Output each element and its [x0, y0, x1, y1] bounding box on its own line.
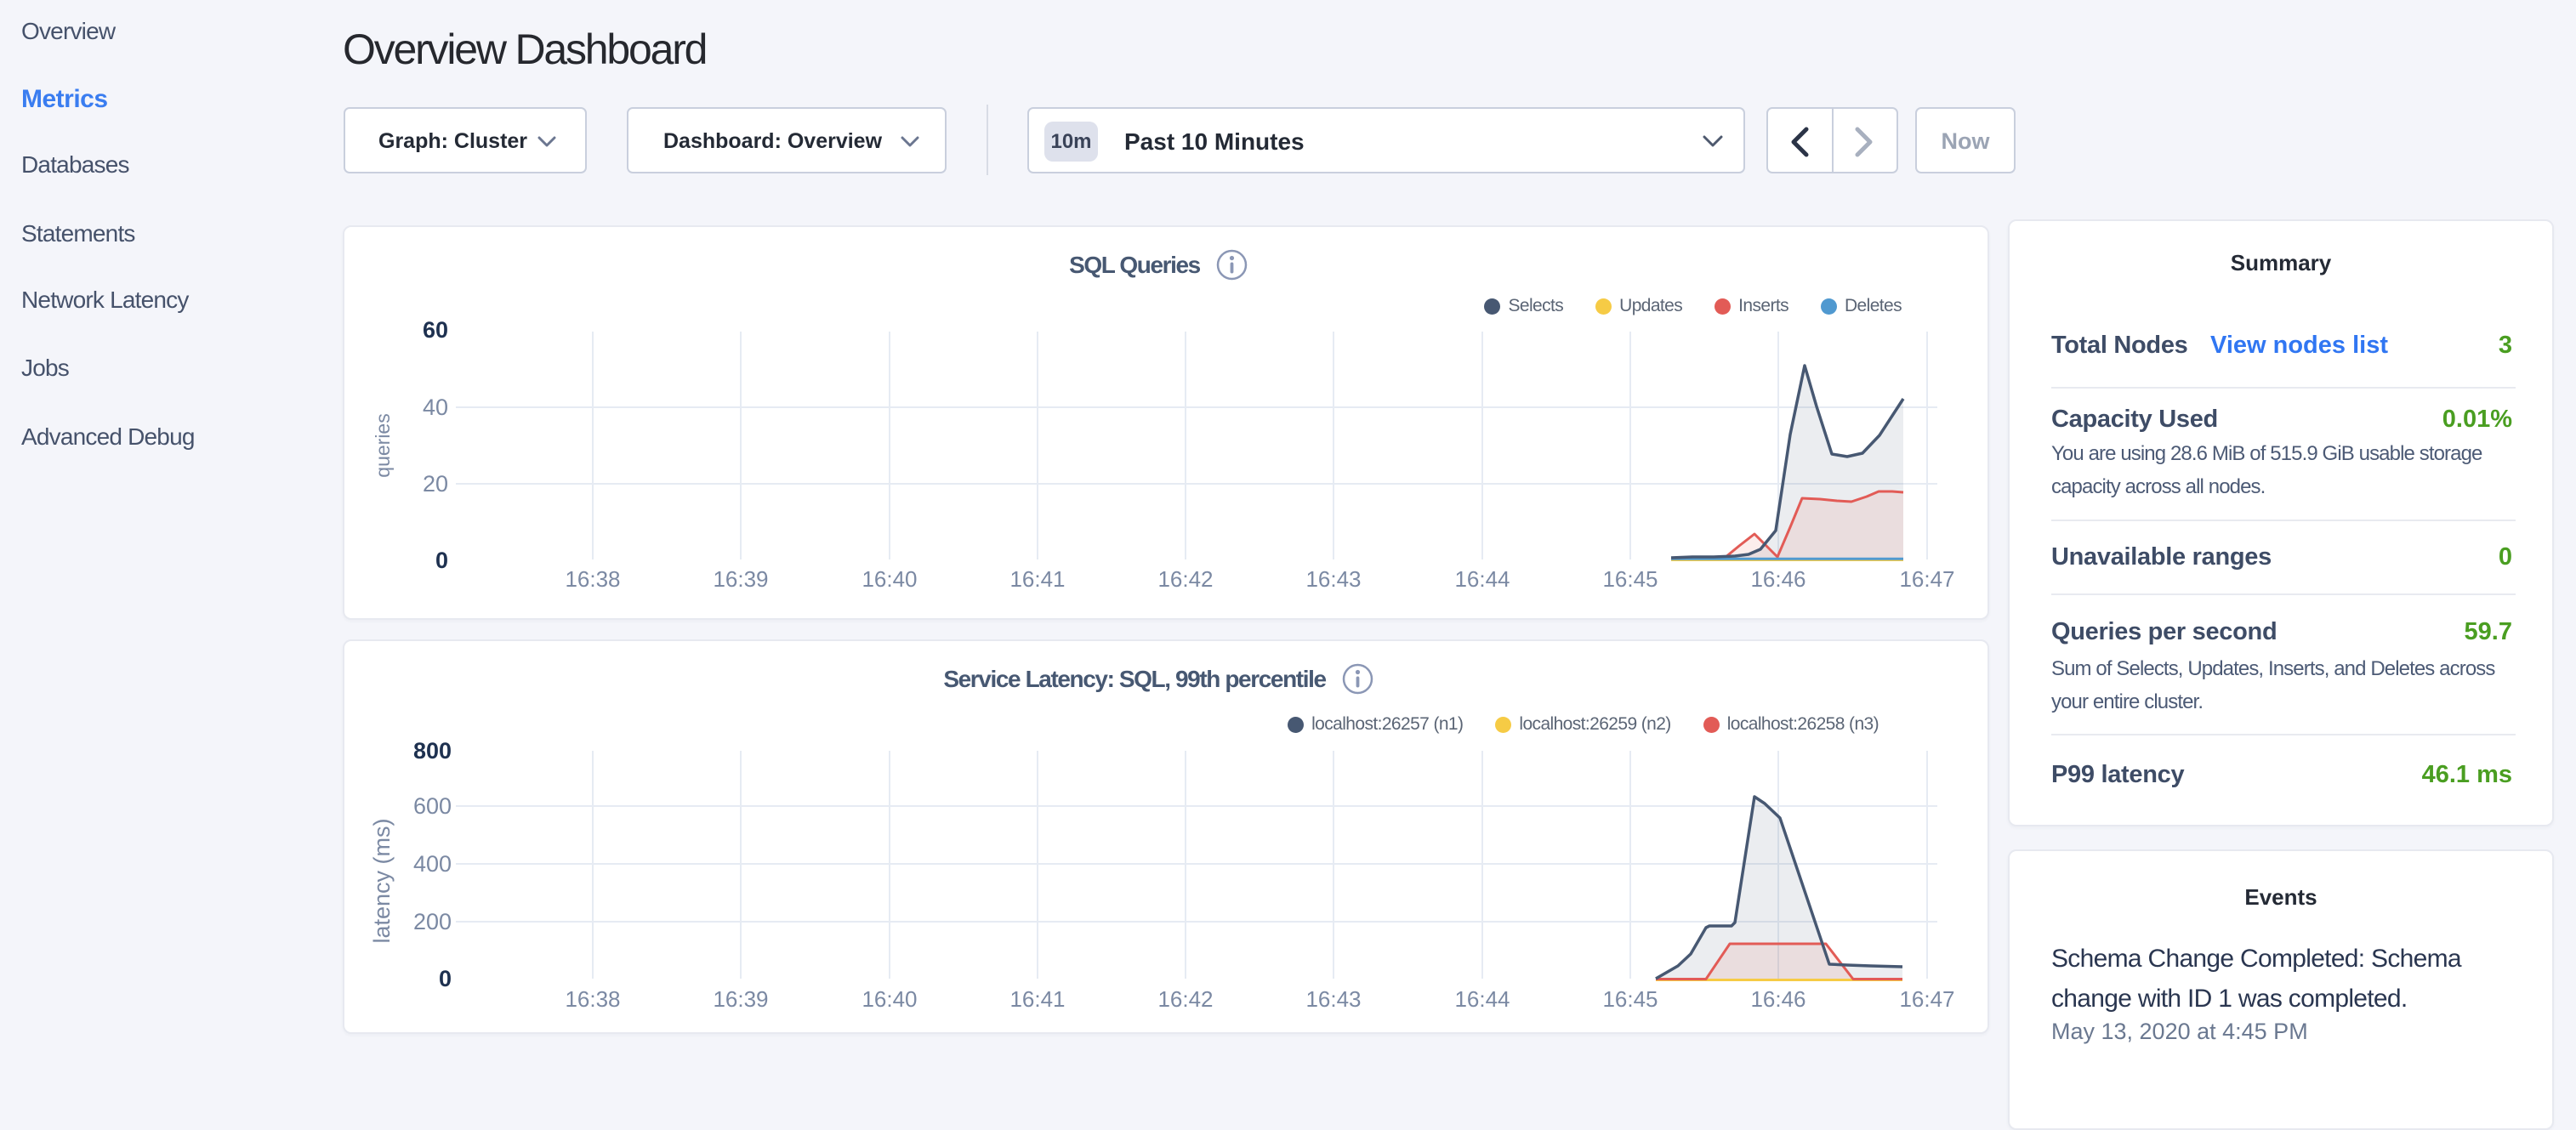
svg-text:0: 0 — [439, 966, 452, 991]
svg-text:16:43: 16:43 — [1305, 986, 1361, 1012]
svg-text:16:39: 16:39 — [713, 566, 768, 592]
svg-text:40: 40 — [423, 395, 448, 420]
svg-text:16:43: 16:43 — [1305, 566, 1361, 592]
svg-text:16:38: 16:38 — [565, 986, 620, 1012]
svg-text:200: 200 — [413, 909, 452, 934]
svg-text:16:44: 16:44 — [1454, 986, 1510, 1012]
svg-text:20: 20 — [423, 471, 448, 497]
svg-text:queries: queries — [372, 413, 394, 477]
svg-text:16:45: 16:45 — [1602, 566, 1658, 592]
svg-text:0: 0 — [435, 548, 448, 573]
svg-text:16:40: 16:40 — [862, 566, 917, 592]
svg-text:16:47: 16:47 — [1899, 566, 1954, 592]
svg-text:16:47: 16:47 — [1899, 986, 1954, 1012]
svg-text:16:39: 16:39 — [713, 986, 768, 1012]
svg-text:16:40: 16:40 — [862, 986, 917, 1012]
svg-text:16:41: 16:41 — [1009, 566, 1065, 592]
svg-text:800: 800 — [413, 738, 452, 764]
svg-text:16:41: 16:41 — [1009, 986, 1065, 1012]
svg-text:latency (ms): latency (ms) — [369, 818, 395, 943]
svg-text:16:44: 16:44 — [1454, 566, 1510, 592]
svg-text:16:46: 16:46 — [1750, 986, 1805, 1012]
svg-text:400: 400 — [413, 851, 452, 877]
svg-text:600: 600 — [413, 793, 452, 819]
svg-text:16:42: 16:42 — [1157, 566, 1213, 592]
svg-text:16:38: 16:38 — [565, 566, 620, 592]
svg-text:16:46: 16:46 — [1750, 566, 1805, 592]
svg-text:60: 60 — [423, 317, 448, 343]
svg-text:16:45: 16:45 — [1602, 986, 1658, 1012]
svg-text:16:42: 16:42 — [1157, 986, 1213, 1012]
